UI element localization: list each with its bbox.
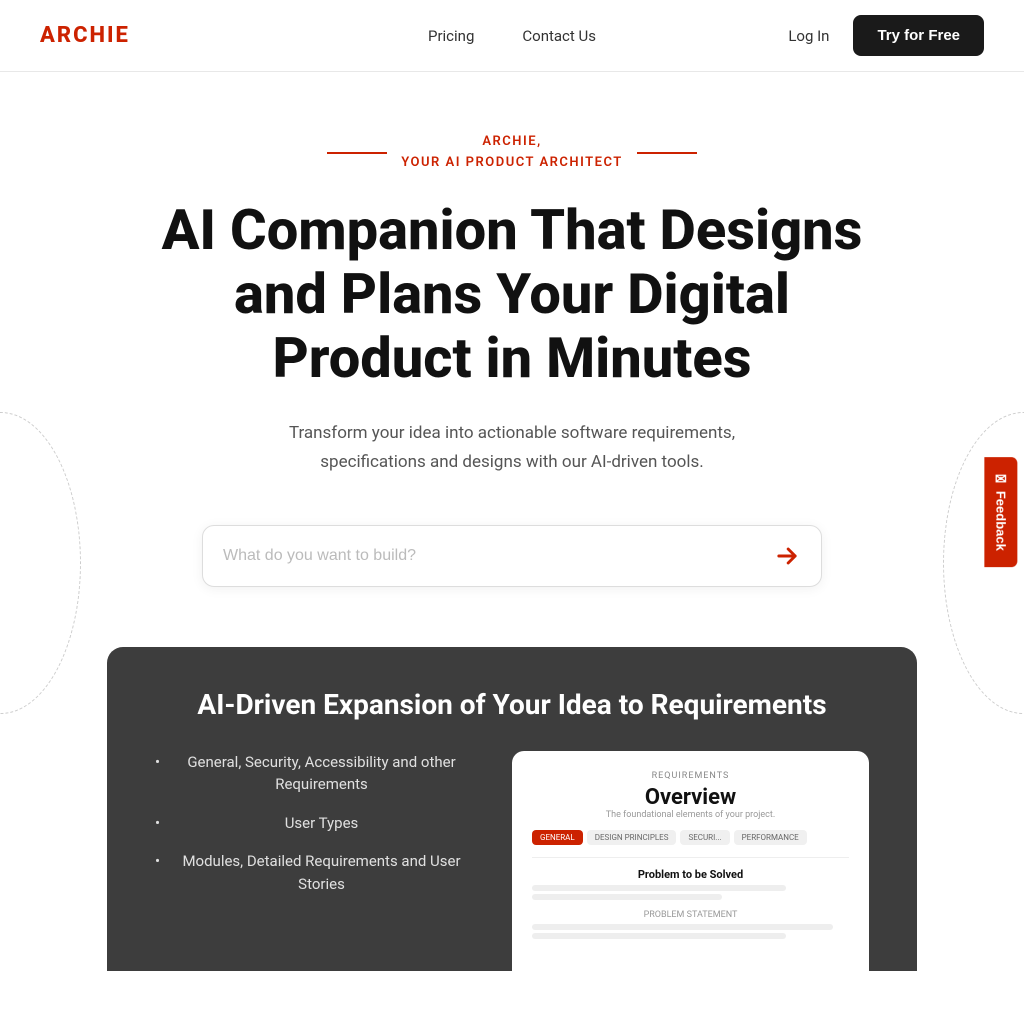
hero-subtitle: ARCHIE, YOUR AI PRODUCT ARCHITECT [401,132,623,174]
subtitle-line-left [327,152,387,154]
feedback-button[interactable]: ✉ Feedback [985,457,1018,567]
preview-tab-performance[interactable]: PERFORMANCE [734,830,807,845]
preview-tabs: GENERAL DESIGN PRINCIPLES SECURI... PERF… [532,830,849,845]
feedback-icon: ✉ [995,471,1007,488]
card-preview: REQUIREMENTS Overview The foundational e… [512,751,869,971]
preview-tag: REQUIREMENTS [532,771,849,781]
preview-lines-2 [532,924,849,939]
list-item: Modules, Detailed Requirements and User … [155,850,472,895]
feature-card-title: AI-Driven Expansion of Your Idea to Requ… [155,687,869,723]
search-submit-button[interactable] [773,542,801,570]
hero-description: Transform your idea into actionable soft… [242,419,782,477]
brand-logo: ARCHIE [40,23,130,48]
nav-link-pricing[interactable]: Pricing [428,27,474,45]
subtitle-line-right [637,152,697,154]
nav-links: Pricing Contact Us [428,27,596,45]
preview-header: REQUIREMENTS Overview The foundational e… [532,771,849,820]
try-free-button[interactable]: Try for Free [853,15,984,56]
navbar: ARCHIE Pricing Contact Us Log In Try for… [0,0,1024,72]
feature-card: AI-Driven Expansion of Your Idea to Requ… [107,647,917,971]
preview-tab-design[interactable]: DESIGN PRINCIPLES [587,830,677,845]
search-box[interactable] [202,525,822,587]
preview-tab-security[interactable]: SECURI... [680,830,729,845]
list-item: User Types [155,812,472,835]
list-item: General, Security, Accessibility and oth… [155,751,472,796]
feedback-label: Feedback [994,491,1009,551]
nav-link-contact[interactable]: Contact Us [522,27,596,45]
feature-card-body: General, Security, Accessibility and oth… [155,751,869,971]
preview-line [532,885,786,891]
preview-section-title: Problem to be Solved [532,868,849,881]
hero-subtitle-wrap: ARCHIE, YOUR AI PRODUCT ARCHITECT [327,132,697,174]
preview-title: Overview [532,785,849,810]
preview-section-label: PROBLEM STATEMENT [532,910,849,920]
preview-line [532,894,722,900]
login-link[interactable]: Log In [788,27,829,45]
send-icon [773,542,801,570]
preview-subtitle: The foundational elements of your projec… [532,810,849,820]
feature-list: General, Security, Accessibility and oth… [155,751,472,971]
search-input[interactable] [223,547,773,565]
preview-line [532,924,833,930]
preview-tab-general[interactable]: GENERAL [532,830,583,845]
preview-lines [532,885,849,900]
preview-divider [532,857,849,858]
preview-line [532,933,786,939]
nav-actions: Log In Try for Free [788,15,984,56]
hero-section: ARCHIE, YOUR AI PRODUCT ARCHITECT AI Com… [0,72,1024,1011]
hero-title: AI Companion That Designs and Plans Your… [132,198,892,391]
